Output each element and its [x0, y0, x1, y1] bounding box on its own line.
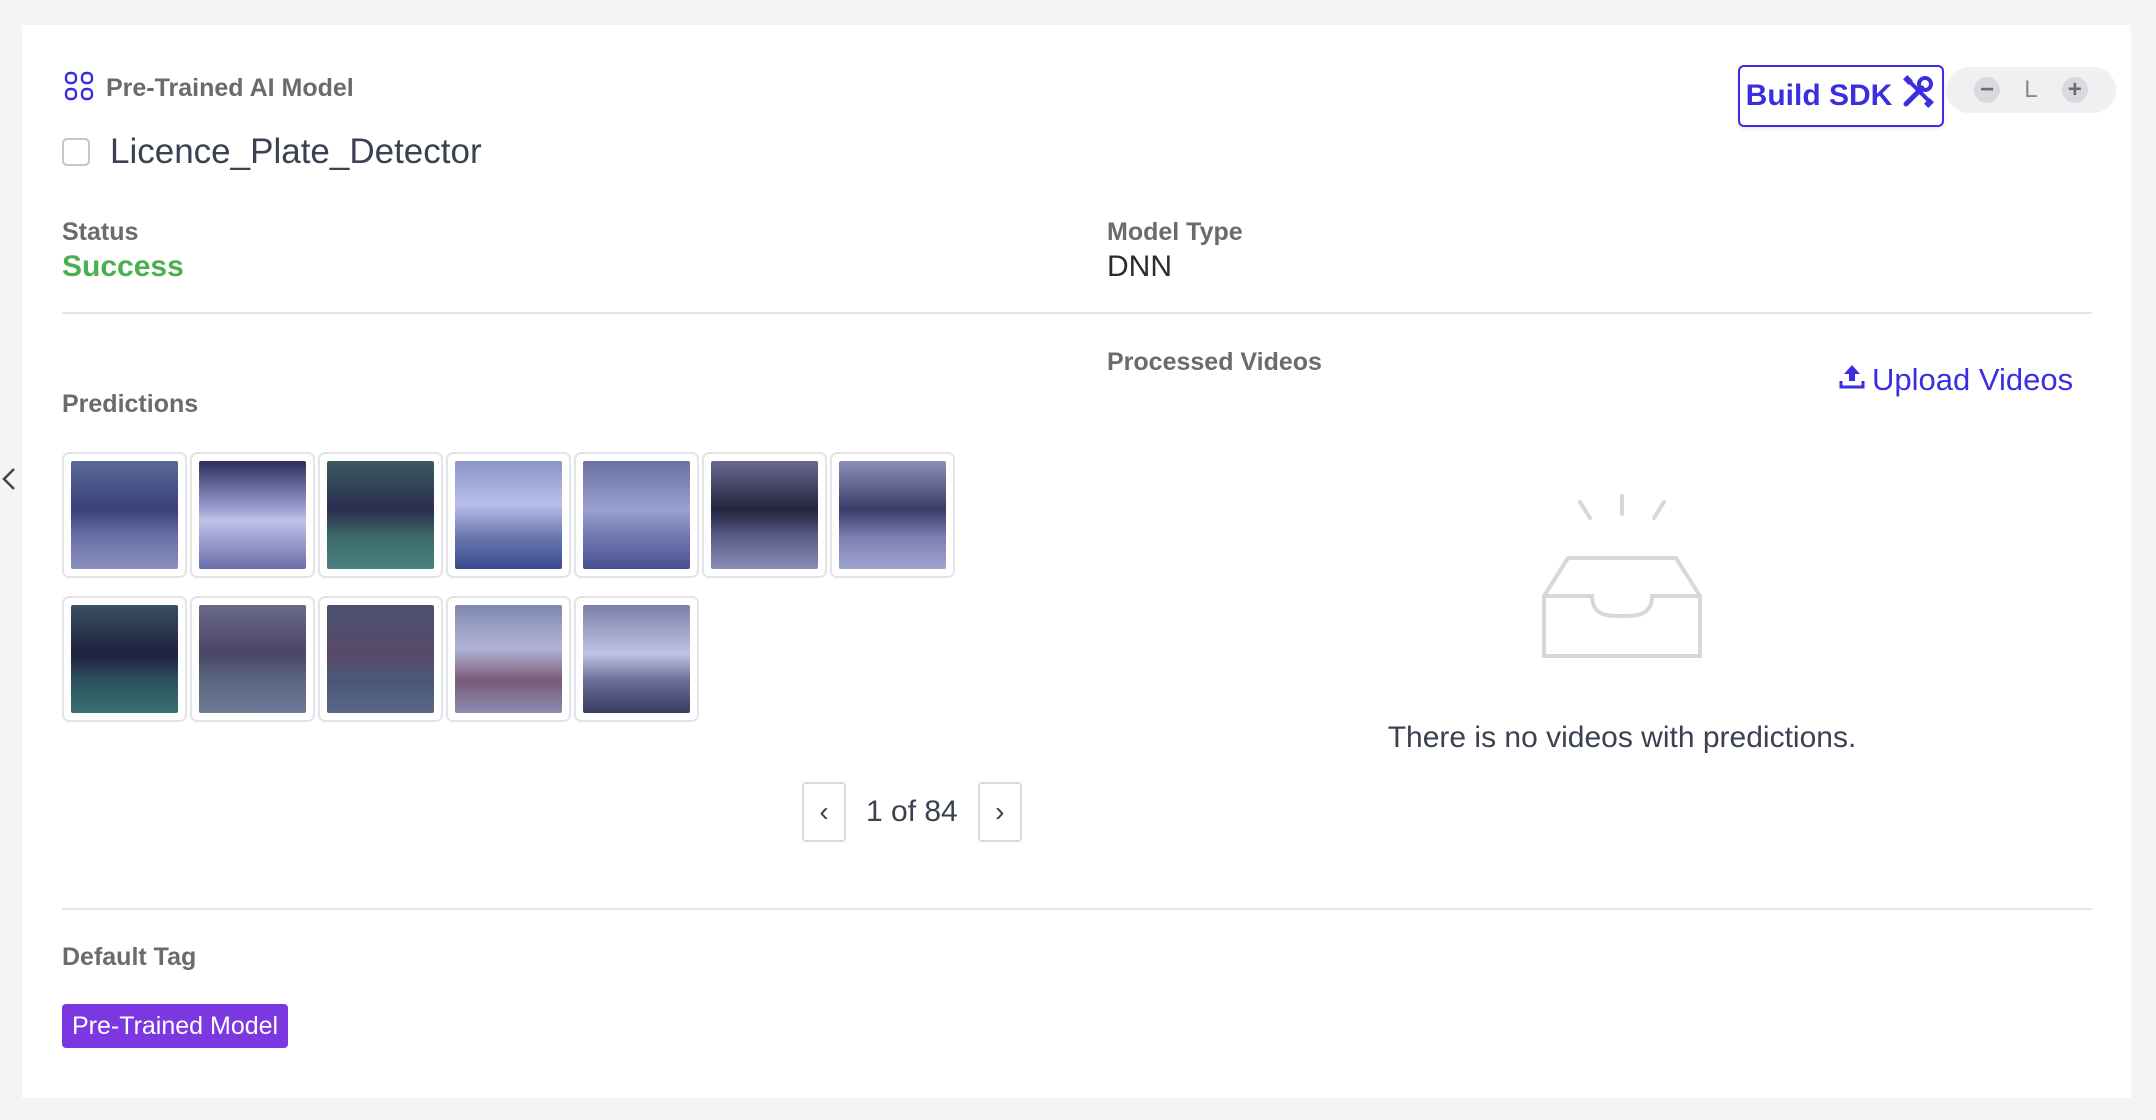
prediction-thumbnail[interactable] — [574, 596, 699, 722]
model-grid-icon — [62, 69, 96, 108]
default-tag-label: Default Tag — [62, 943, 197, 971]
build-sdk-button[interactable]: Build SDK — [1738, 65, 1944, 127]
prediction-thumbnail[interactable] — [190, 596, 315, 722]
prediction-thumbnail[interactable] — [190, 452, 315, 578]
plus-icon[interactable]: + — [2061, 77, 2088, 103]
upload-videos-link[interactable]: Upload Videos — [1838, 362, 2073, 398]
page-indicator: 1 of 84 — [866, 795, 958, 828]
size-level: L — [2024, 76, 2038, 103]
select-checkbox[interactable] — [62, 138, 90, 166]
next-page-button[interactable]: › — [977, 782, 1022, 842]
prediction-thumbnail[interactable] — [830, 452, 955, 578]
car-image — [327, 461, 434, 569]
car-image — [455, 461, 562, 569]
car-image — [711, 461, 818, 569]
thumbnail-row — [62, 452, 1022, 578]
car-image — [71, 461, 178, 569]
title-row: Licence_Plate_Detector — [62, 132, 482, 172]
prediction-thumbnail[interactable] — [702, 452, 827, 578]
section-header: Pre-Trained AI Model — [62, 69, 354, 108]
model-title: Licence_Plate_Detector — [110, 132, 482, 171]
car-image — [199, 461, 306, 569]
car-image — [327, 605, 434, 713]
prediction-thumbnail[interactable] — [446, 452, 571, 578]
tools-icon — [1900, 74, 1936, 118]
pagination: ‹ 1 of 84 › — [802, 782, 1022, 842]
section-label: Pre-Trained AI Model — [106, 74, 354, 102]
size-control: − L + — [1946, 67, 2116, 113]
prediction-thumbnail[interactable] — [446, 596, 571, 722]
prediction-thumbnail[interactable] — [318, 452, 443, 578]
prediction-thumbnail[interactable] — [318, 596, 443, 722]
divider — [62, 908, 2092, 910]
prediction-thumbnail[interactable] — [574, 452, 699, 578]
car-image — [199, 605, 306, 713]
empty-inbox-icon — [1504, 470, 1740, 675]
car-image — [71, 605, 178, 713]
car-image — [583, 461, 690, 569]
predictions-grid — [62, 452, 1022, 740]
status-value: Success — [62, 250, 184, 283]
prediction-thumbnail[interactable] — [62, 596, 187, 722]
car-image — [839, 461, 946, 569]
model-type-value: DNN — [1107, 250, 1172, 283]
model-detail-card: Pre-Trained AI Model Licence_Plate_Detec… — [2, 25, 2131, 1098]
thumbnail-row — [62, 596, 1022, 722]
upload-label: Upload Videos — [1872, 362, 2074, 397]
car-image — [583, 605, 690, 713]
processed-videos-label: Processed Videos — [1107, 348, 1322, 376]
predictions-label: Predictions — [62, 390, 199, 418]
build-sdk-label: Build SDK — [1745, 79, 1893, 112]
chevron-left-icon[interactable] — [0, 465, 22, 493]
upload-icon — [1838, 362, 1866, 398]
status-label: Status — [62, 218, 139, 246]
model-type-label: Model Type — [1107, 218, 1243, 246]
prediction-thumbnail[interactable] — [62, 452, 187, 578]
car-image — [455, 605, 562, 713]
tag-badge: Pre-Trained Model — [62, 1004, 289, 1048]
minus-icon[interactable]: − — [1974, 77, 2001, 103]
empty-message: There is no videos with predictions. — [1387, 721, 1857, 754]
prev-page-button[interactable]: ‹ — [802, 782, 846, 842]
divider — [62, 312, 2092, 314]
